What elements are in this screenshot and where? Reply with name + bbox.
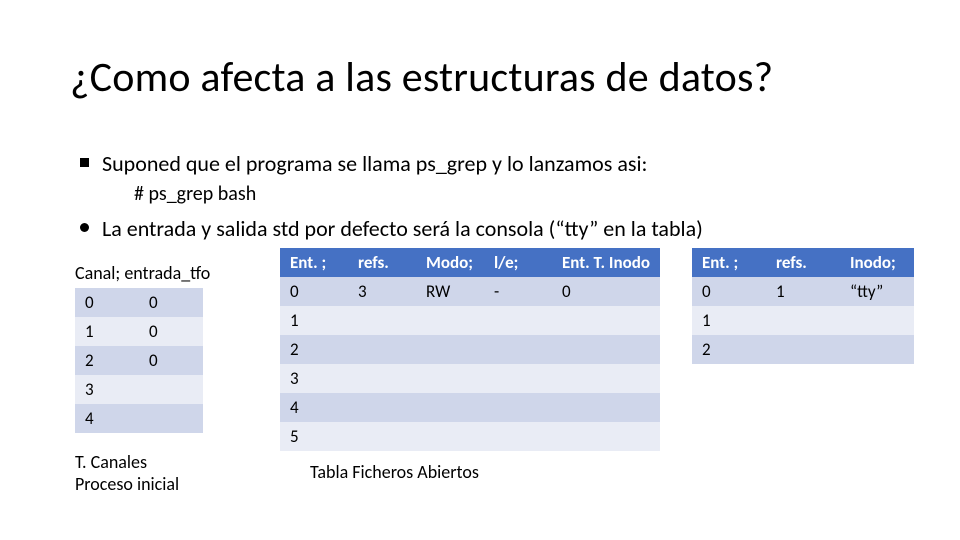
table-header-row: Ent. ;refs. Modo;l/e; Ent. T. Inodo (280, 248, 660, 277)
table-row: 03RW-0 (280, 277, 660, 306)
table-row: 3 (75, 375, 203, 404)
tabla-canales-caption-bottom: T. Canales Proceso inicial (75, 451, 210, 495)
tabla-tfa-caption-bottom: Tabla Ficheros Abiertos (310, 461, 660, 483)
table-row: 5 (280, 422, 660, 451)
tabla-ficheros-abiertos: Ent. ;refs. Modo;l/e; Ent. T. Inodo 03RW… (280, 248, 660, 483)
table-row: 10 (75, 317, 203, 346)
bullet-item: Suponed que el programa se llama ps_grep… (80, 150, 920, 179)
table-row: 2 (692, 335, 914, 364)
square-bullet-icon (80, 158, 89, 167)
table-row: 00 (75, 288, 203, 317)
tabla-canales-table: 00 10 20 3 4 (75, 288, 203, 433)
table-row: 01“tty” (692, 277, 914, 306)
tabla-canales-caption-top: Canal; entrada_tfo (75, 262, 210, 284)
table-row: 1 (280, 306, 660, 335)
table-row: 3 (280, 364, 660, 393)
bullet-list: Suponed que el programa se llama ps_grep… (80, 150, 920, 245)
tabla-tfa-table: Ent. ;refs. Modo;l/e; Ent. T. Inodo 03RW… (280, 248, 660, 451)
bullet-item: La entrada y salida std por defecto será… (80, 215, 920, 244)
table-row: 4 (280, 393, 660, 422)
round-bullet-icon (80, 223, 89, 232)
tabla-canales: Canal; entrada_tfo 00 10 20 3 4 T. Canal… (75, 262, 210, 495)
bullet-text: Suponed que el programa se llama ps_grep… (102, 150, 647, 177)
table-row: 2 (280, 335, 660, 364)
table-header-row: Ent. ;refs.Inodo; (692, 248, 914, 277)
table-row: 20 (75, 346, 203, 375)
tabla-inodos: Ent. ;refs.Inodo; 01“tty” 1 2 (692, 248, 914, 364)
tabla-inodos-table: Ent. ;refs.Inodo; 01“tty” 1 2 (692, 248, 914, 364)
table-row: 1 (692, 306, 914, 335)
slide-title: ¿Como afecta a las estructuras de datos? (70, 52, 773, 103)
table-row: 4 (75, 404, 203, 433)
sub-bullet-text: # ps_grep bash (134, 181, 920, 207)
bullet-text: La entrada y salida std por defecto será… (102, 215, 703, 242)
slide: ¿Como afecta a las estructuras de datos?… (0, 0, 960, 540)
